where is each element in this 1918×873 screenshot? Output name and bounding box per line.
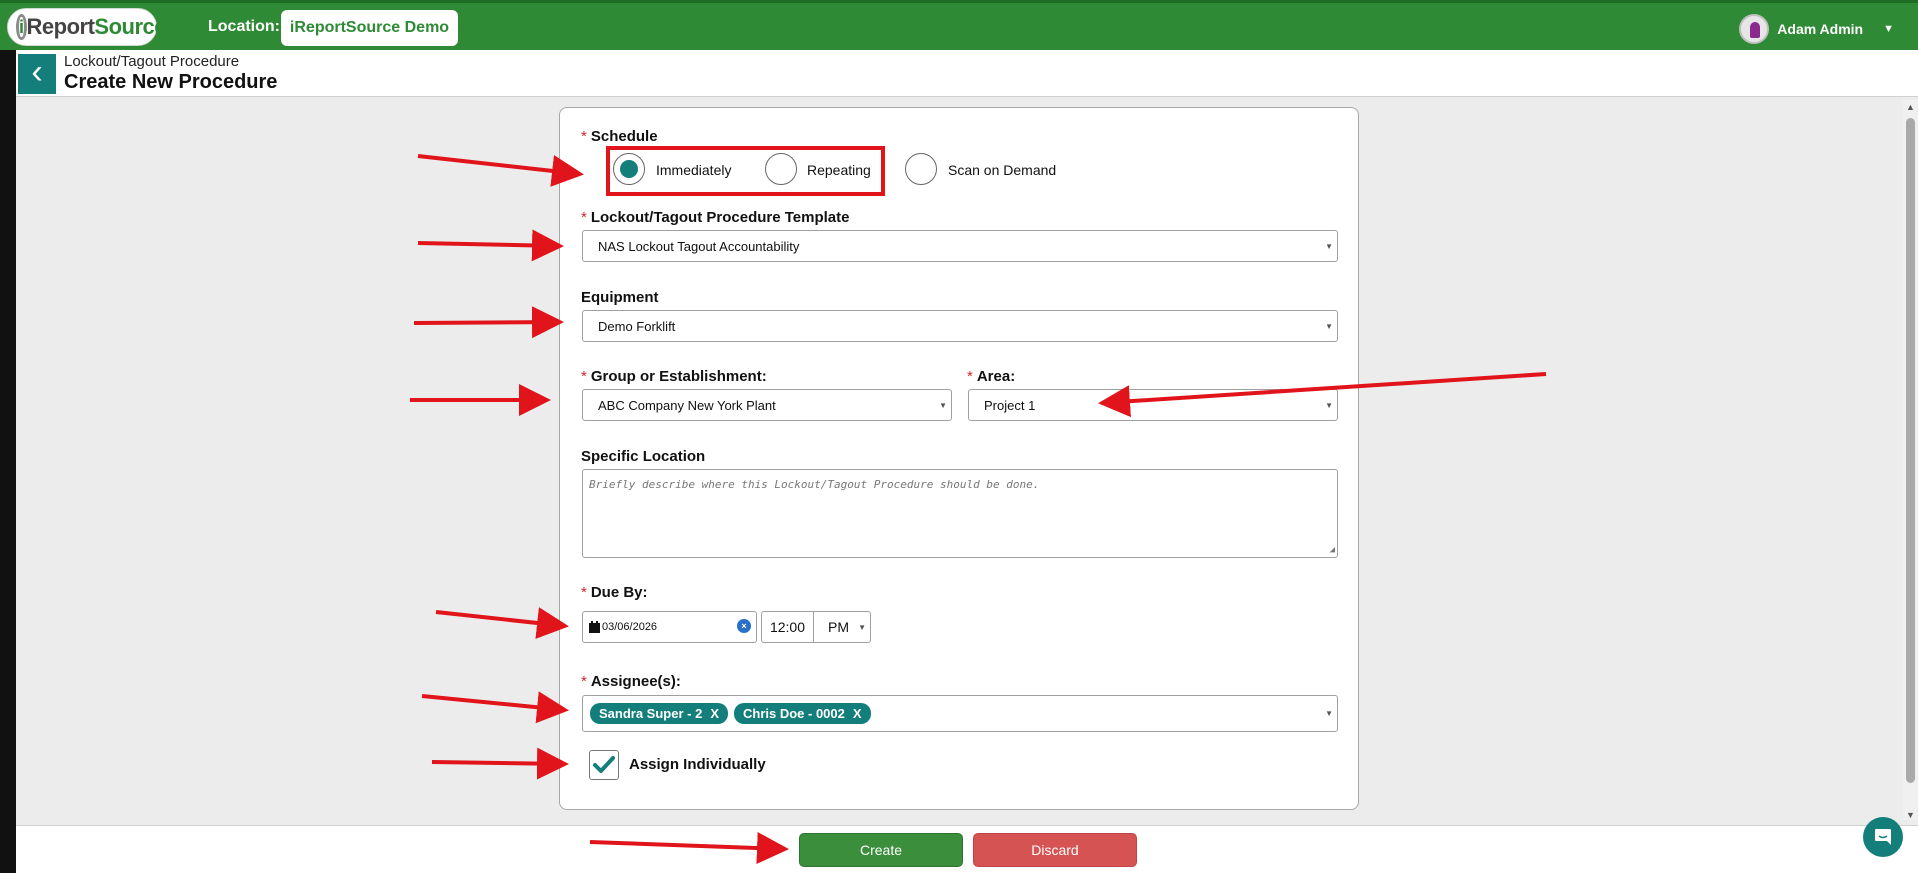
- arrow-to-assign-individually: [431, 747, 569, 780]
- dropdown-arrow-icon: ▼: [1325, 242, 1333, 251]
- scroll-up-icon[interactable]: ▲: [1906, 102, 1915, 112]
- dropdown-arrow-icon: ▼: [939, 401, 947, 410]
- chevron-left-icon: ‹: [31, 53, 43, 91]
- avatar: [1739, 14, 1770, 44]
- user-name: Adam Admin: [1777, 21, 1864, 37]
- procedure-form: * Schedule Immediately Repeating Scan on …: [559, 107, 1359, 810]
- assignee-tag: Chris Doe - 0002 X: [733, 703, 871, 724]
- equipment-value: Demo Forklift: [598, 318, 676, 334]
- ampm-value: PM: [828, 619, 849, 635]
- clear-date-icon[interactable]: ×: [737, 619, 751, 633]
- arrow-to-due-date: [435, 607, 569, 639]
- area-select[interactable]: Project 1 ▼: [968, 389, 1338, 421]
- arrow-to-equipment: [413, 306, 564, 339]
- assignee-tag: Sandra Super - 2X: [590, 703, 728, 724]
- discard-button[interactable]: Discard: [973, 833, 1137, 867]
- schedule-option-scan-on-demand: Scan on Demand: [948, 162, 1057, 178]
- arrow-to-assignees: [421, 691, 569, 724]
- chat-bubble-icon: [1875, 829, 1891, 845]
- specific-location-placeholder: Briefly describe where this Lockout/Tago…: [589, 478, 1040, 491]
- schedule-radio-immediately[interactable]: [613, 153, 645, 185]
- page-title: Create New Procedure: [64, 71, 278, 93]
- logo-text-report: Report: [26, 14, 95, 39]
- remove-tag-icon[interactable]: X: [710, 706, 719, 721]
- scrollbar-thumb[interactable]: [1906, 118, 1915, 783]
- assign-individually-label: Assign Individually: [629, 756, 766, 773]
- template-value: NAS Lockout Tagout Accountability: [598, 238, 800, 254]
- create-button[interactable]: Create: [799, 833, 963, 867]
- schedule-radio-repeating[interactable]: [765, 153, 797, 185]
- group-value: ABC Company New York Plant: [598, 397, 776, 413]
- specific-location-input[interactable]: Briefly describe where this Lockout/Tago…: [582, 469, 1338, 558]
- equipment-select[interactable]: Demo Forklift ▼: [582, 310, 1338, 342]
- due-date-value: 03/06/2026: [602, 621, 658, 633]
- area-label: * Area:: [967, 368, 1016, 385]
- assign-individually-checkbox[interactable]: [589, 750, 619, 780]
- dropdown-arrow-icon: ▼: [858, 623, 866, 632]
- schedule-option-repeating: Repeating: [807, 162, 871, 178]
- ampm-select[interactable]: PM ▼: [813, 611, 871, 643]
- remove-tag-icon[interactable]: X: [853, 706, 862, 721]
- logo-mark-icon: i: [16, 14, 27, 40]
- left-edge-stripe: [0, 50, 16, 873]
- specific-location-label: Specific Location: [581, 448, 706, 465]
- form-footer: Create Discard: [16, 825, 1918, 873]
- location-label: Location:: [208, 18, 280, 35]
- dropdown-arrow-icon: ▼: [1325, 322, 1333, 331]
- template-select[interactable]: NAS Lockout Tagout Accountability ▼: [582, 230, 1338, 262]
- schedule-radio-scan-on-demand[interactable]: [905, 153, 937, 185]
- area-value: Project 1: [984, 397, 1036, 413]
- user-menu[interactable]: Adam Admin ▼: [1739, 14, 1894, 44]
- checkmark-icon: [593, 756, 615, 773]
- schedule-label: * Schedule: [581, 128, 658, 145]
- ireportsource-logo[interactable]: i Report Source: [7, 8, 166, 46]
- top-bar: i Report Source Location: iReportSource De…: [0, 0, 1918, 50]
- calendar-icon: [589, 621, 600, 633]
- group-select[interactable]: ABC Company New York Plant ▼: [582, 389, 952, 421]
- logo-text-source: Source: [94, 14, 166, 39]
- scroll-down-icon[interactable]: ▼: [1906, 810, 1915, 820]
- due-time-input[interactable]: 12:00: [761, 611, 814, 643]
- arrow-to-schedule: [417, 154, 584, 187]
- group-label: * Group or Establishment:: [581, 368, 767, 385]
- assignees-label: * Assignee(s):: [581, 673, 681, 690]
- caret-down-icon: ▼: [1883, 23, 1894, 35]
- dropdown-arrow-icon: ▼: [1325, 401, 1333, 410]
- arrow-to-template: [417, 229, 564, 262]
- page-header: ‹ Lockout/Tagout Procedure Create New Pr…: [16, 50, 1918, 97]
- due-date-input[interactable]: 03/06/2026 ×: [582, 611, 757, 643]
- assignees-multiselect[interactable]: Sandra Super - 2X Chris Doe - 0002 X ▼: [582, 695, 1338, 732]
- breadcrumb: Lockout/Tagout Procedure: [64, 53, 240, 70]
- equipment-label: Equipment: [581, 289, 659, 306]
- schedule-option-immediately: Immediately: [656, 162, 732, 178]
- location-selector[interactable]: iReportSource Demo: [281, 10, 458, 46]
- dropdown-arrow-icon: ▼: [1325, 709, 1333, 718]
- due-by-label: * Due By:: [581, 584, 648, 601]
- chat-launcher[interactable]: [1863, 817, 1903, 857]
- template-label: * Lockout/Tagout Procedure Template: [581, 209, 850, 226]
- radio-selected-dot: [620, 160, 638, 178]
- resize-handle-icon[interactable]: ◢: [1330, 545, 1335, 555]
- back-button[interactable]: ‹: [18, 54, 56, 94]
